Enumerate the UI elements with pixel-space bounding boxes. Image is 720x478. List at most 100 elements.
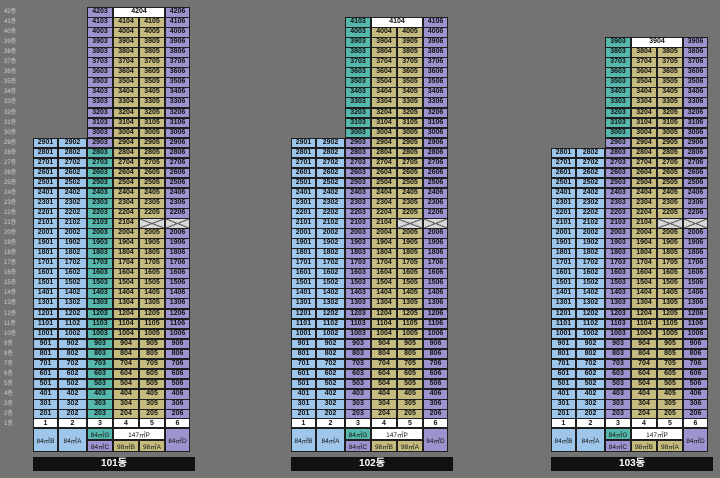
unit-cell: 1802 [58, 248, 87, 259]
unit-cell: 3606 [165, 67, 190, 78]
unit-cell: 1603 [605, 268, 631, 279]
unit-cell: 1402 [316, 288, 345, 300]
unit-cell: 1106 [683, 318, 708, 330]
unit-cell: 2302 [576, 197, 605, 209]
unit-cell: 2302 [316, 197, 345, 209]
unit-cell: 2606 [423, 167, 448, 179]
unit-cell: 3605 [139, 67, 165, 78]
unit-cell: 2305 [397, 197, 423, 209]
unit-cell: 3205 [139, 107, 165, 119]
unit-cell: 3405 [139, 87, 165, 99]
unit-cell: 4104 [113, 17, 139, 28]
unit-cell: 804 [113, 348, 139, 360]
line-number: 5 [657, 418, 683, 428]
unit-cell: 1902 [576, 238, 605, 249]
unit-cell: 4206 [165, 7, 190, 18]
line-number: 3 [345, 418, 371, 428]
unit-cell: 1405 [657, 288, 683, 300]
unit-cell: 306 [165, 398, 190, 410]
unit-cell: 2704 [371, 157, 397, 169]
unit-cell: 2002 [58, 228, 87, 239]
unit-cell: 1601 [551, 268, 576, 279]
unit-cell: 1401 [291, 288, 316, 300]
unit-cell: 2103 [605, 218, 631, 229]
unit-cell: 2604 [371, 167, 397, 179]
line-number: 2 [316, 418, 345, 428]
unit-cell: 1306 [423, 298, 448, 310]
building-name: 102동 [291, 457, 453, 471]
unit-cell: 2405 [139, 187, 165, 199]
unit-cell: 2904 [371, 137, 397, 149]
unit-cell: 1602 [316, 268, 345, 279]
unit-cell: 3004 [371, 127, 397, 139]
unit-cell: 805 [397, 348, 423, 360]
unit-cell: 304 [631, 398, 657, 410]
unit-cell: 2103 [87, 218, 113, 229]
unit-cell: 2406 [165, 187, 190, 199]
line-number: 3 [87, 418, 113, 428]
unit-cell: 2602 [58, 167, 87, 179]
unit-cell: 2906 [683, 137, 708, 149]
unit-cell: 1702 [58, 258, 87, 269]
unit-cell: 1905 [397, 238, 423, 249]
unit-cell: 2403 [605, 187, 631, 199]
unit-cell: 1401 [33, 288, 58, 300]
unit-cell: 1201 [551, 308, 576, 320]
unit-cell: 3005 [657, 127, 683, 139]
unit-cell: 2304 [113, 197, 139, 209]
unit-cell: 2605 [139, 167, 165, 179]
unit-cell: 1705 [139, 258, 165, 269]
unit-cell: 2805 [397, 147, 423, 159]
unit-cell: 704 [631, 358, 657, 370]
unit-cell: 1605 [139, 268, 165, 279]
unit-cell: 2402 [58, 187, 87, 199]
unit-cell: 2405 [657, 187, 683, 199]
unit-cell: 3103 [345, 117, 371, 129]
unit-cell: 2505 [139, 177, 165, 189]
unit-cell: 1503 [345, 278, 371, 289]
unit-cell: 703 [605, 358, 631, 370]
line-number: 6 [165, 418, 190, 428]
unit-cell: 1002 [316, 328, 345, 340]
unit-cell: 1303 [605, 298, 631, 310]
unit-cell: 3803 [87, 47, 113, 58]
unit-cell: 2303 [87, 197, 113, 209]
unit-cell: 1305 [139, 298, 165, 310]
floor-label: 14층 [4, 290, 17, 297]
unit-cell: 1503 [87, 278, 113, 289]
floor-label: 11층 [4, 320, 16, 327]
unit-cell: 2901 [291, 137, 316, 149]
unit-cell: 3503 [87, 77, 113, 88]
floor-label: 2층 [4, 411, 13, 417]
line-number: 6 [423, 418, 448, 428]
unit-cell: 1104 [631, 318, 657, 330]
unit-cell: 1101 [33, 318, 58, 330]
unit-cell: 1004 [631, 328, 657, 340]
unit-cell: 3306 [683, 97, 708, 109]
unit-cell: 803 [87, 348, 113, 360]
unit-cell: 2703 [605, 157, 631, 169]
unit-cell: 1201 [291, 308, 316, 320]
unit-type-label: 84㎡G [87, 428, 113, 440]
unit-cell: 2502 [58, 177, 87, 189]
unit-type-label: 98㎡B [631, 440, 657, 452]
unit-type-label: 98㎡A [397, 440, 423, 452]
unit-cell: 3806 [165, 47, 190, 58]
unit-cell: 604 [113, 368, 139, 380]
unit-cell: 401 [551, 388, 576, 400]
unit-cell: 706 [683, 358, 708, 370]
unit-cell: 805 [139, 348, 165, 360]
unit-cell: 306 [683, 398, 708, 410]
unit-cell: 3704 [371, 57, 397, 68]
unit-cell: 1406 [683, 288, 708, 300]
unit-cell: 1103 [605, 318, 631, 330]
line-number: 6 [683, 418, 708, 428]
unit-cell: 1102 [576, 318, 605, 330]
floor-label: 26층 [4, 169, 17, 176]
unit-cell: 1803 [87, 248, 113, 259]
floor-label: 40층 [4, 29, 17, 36]
unit-cell: 3803 [605, 47, 631, 58]
unit-type-label: 84㎡D [683, 428, 708, 452]
unit-cell: 1805 [657, 248, 683, 259]
floor-axis: 42층 41층 40층 39층 38층 37층 36층 35층 34층 33층 32층 31층 30층 2… [0, 0, 22, 478]
